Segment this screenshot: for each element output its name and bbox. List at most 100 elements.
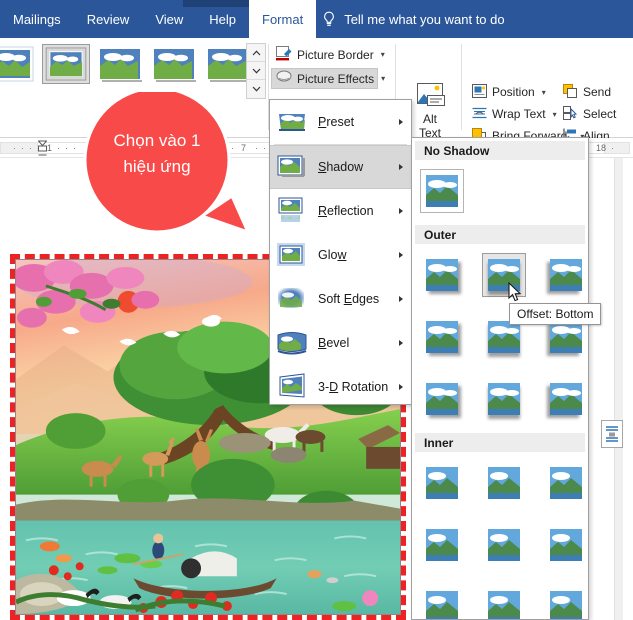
effects-icon [276, 70, 292, 87]
position-label: Position [492, 85, 535, 99]
shadow-option-outer-3[interactable] [544, 253, 588, 297]
shadow-option-inner-7[interactable] [420, 585, 464, 619]
picture-style-3[interactable] [96, 44, 144, 84]
tab-label: Review [86, 11, 130, 27]
menu-item-label: Preset [318, 115, 355, 129]
chevron-down-icon: ▾ [381, 74, 386, 83]
position-button[interactable]: Position ▾ [472, 82, 546, 102]
menu-item-bevel[interactable]: Bevel [270, 321, 411, 365]
annotation-callout: Chọn vào 1 hiệu ứng [82, 92, 250, 240]
tab-format[interactable]: Format [249, 0, 317, 38]
picture-effects-button[interactable]: Picture Effects ▾ [271, 68, 385, 89]
shadow-option-outer-1[interactable] [420, 253, 464, 297]
chevron-right-icon [399, 164, 403, 170]
shadow-row [412, 368, 588, 430]
indent-marker-icon[interactable] [37, 140, 48, 156]
tab-mailings[interactable]: Mailings [0, 0, 74, 38]
menu-item-label: Bevel [318, 336, 350, 350]
send-backward-label: Send [583, 85, 612, 99]
chevron-right-icon [399, 119, 403, 125]
shadow-section-inner: Inner [415, 433, 585, 452]
alt-text-icon [413, 82, 447, 112]
shadow-option-outer-7[interactable] [420, 377, 464, 421]
gallery-scroll-buttons[interactable] [246, 43, 266, 99]
menu-item-shadow[interactable]: Shadow [270, 145, 411, 189]
selection-pane-icon [563, 105, 578, 123]
shadow-option-inner-9[interactable] [544, 585, 588, 619]
menu-item-glow[interactable]: Glow [270, 233, 411, 277]
shadow-gallery-panel[interactable]: No Shadow Outer Inner [411, 137, 589, 620]
menu-item-preset[interactable]: Preset [270, 100, 411, 144]
picture-border-label: Picture Border [297, 47, 374, 62]
selection-pane-button[interactable]: Select [563, 104, 616, 124]
tab-label: Mailings [13, 11, 61, 27]
soft-edges-icon [276, 285, 308, 313]
ruler-tick-18: 18 [596, 143, 607, 153]
layout-options-button[interactable] [601, 420, 623, 448]
tab-view[interactable]: View [142, 0, 196, 38]
ribbon-tabs: Mailings Review View Help Format Tell me… [0, 0, 505, 38]
picture-style-1[interactable] [0, 44, 36, 84]
menu-item-label: Shadow [318, 160, 364, 174]
shadow-option-tooltip: Offset: Bottom [509, 303, 602, 325]
shadow-row [412, 160, 588, 222]
chevron-right-icon [399, 252, 403, 258]
shadow-option-outer-9[interactable] [544, 377, 588, 421]
tab-label: Help [209, 11, 237, 27]
ribbon-tab-bar: Mailings Review View Help Format Tell me… [0, 0, 633, 38]
tab-help[interactable]: Help [196, 0, 249, 38]
shadow-option-none[interactable] [420, 169, 464, 213]
picture-effects-menu[interactable]: Preset Shadow Reflection Glow Soft Edges… [269, 99, 412, 405]
glow-icon [276, 241, 308, 269]
shadow-option-inner-8[interactable] [482, 585, 526, 619]
shadow-icon [276, 153, 308, 181]
menu-item-soft-edges[interactable]: Soft Edges [270, 277, 411, 321]
layout-options-icon [606, 426, 618, 442]
tab-review[interactable]: Review [74, 0, 143, 38]
menu-item-label: Glow [318, 248, 347, 262]
shadow-option-inner-1[interactable] [420, 461, 464, 505]
picture-style-5[interactable] [204, 44, 252, 84]
shadow-option-inner-4[interactable] [420, 523, 464, 567]
shadow-option-inner-5[interactable] [482, 523, 526, 567]
shadow-option-inner-3[interactable] [544, 461, 588, 505]
tell-me-label: Tell me what you want to do [344, 11, 505, 27]
shadow-option-outer-4[interactable] [420, 315, 464, 359]
chevron-down-icon: ▾ [552, 109, 557, 119]
shadow-section-outer: Outer [415, 225, 585, 244]
chevron-right-icon [399, 340, 403, 346]
picture-styles-gallery[interactable] [0, 44, 252, 84]
chevron-down-icon: ▾ [380, 50, 385, 59]
shadow-option-inner-6[interactable] [544, 523, 588, 567]
reflection-icon [276, 197, 308, 225]
tell-me-box[interactable]: Tell me what you want to do [316, 0, 505, 38]
chevron-down-icon: ▾ [541, 87, 546, 97]
selection-pane-label: Select [583, 107, 617, 121]
ribbon-group-divider [461, 44, 462, 130]
picture-style-4[interactable] [150, 44, 198, 84]
3d-rotation-icon [276, 373, 308, 401]
wrap-text-icon [472, 106, 487, 123]
vertical-ruler [614, 158, 623, 620]
shadow-option-inner-2[interactable] [482, 461, 526, 505]
menu-item-label: 3-D Rotation [318, 380, 389, 394]
lightbulb-icon [322, 11, 336, 28]
position-icon [472, 83, 487, 101]
callout-line-2: hiệu ứng [123, 157, 191, 176]
picture-border-button[interactable]: Picture Border ▾ [272, 44, 389, 65]
callout-text: Chọn vào 1 hiệu ứng [82, 128, 232, 180]
menu-item-3d-rotation[interactable]: 3-D Rotation [270, 365, 411, 409]
send-backward-button[interactable]: Send [563, 82, 611, 102]
shadow-row [412, 244, 588, 306]
shadow-section-no-shadow: No Shadow [415, 141, 585, 160]
wrap-text-label: Wrap Text [492, 107, 546, 121]
menu-item-label: Soft Edges [318, 292, 380, 306]
wrap-text-button[interactable]: Wrap Text ▾ [472, 104, 557, 124]
shadow-option-outer-8[interactable] [482, 377, 526, 421]
alt-text-label-1: Alt [422, 112, 437, 126]
bevel-icon [276, 329, 308, 357]
gallery-scroll-up-icon[interactable] [247, 44, 265, 62]
picture-style-2[interactable] [42, 44, 90, 84]
menu-item-reflection[interactable]: Reflection [270, 189, 411, 233]
gallery-scroll-down-icon[interactable] [247, 62, 265, 80]
